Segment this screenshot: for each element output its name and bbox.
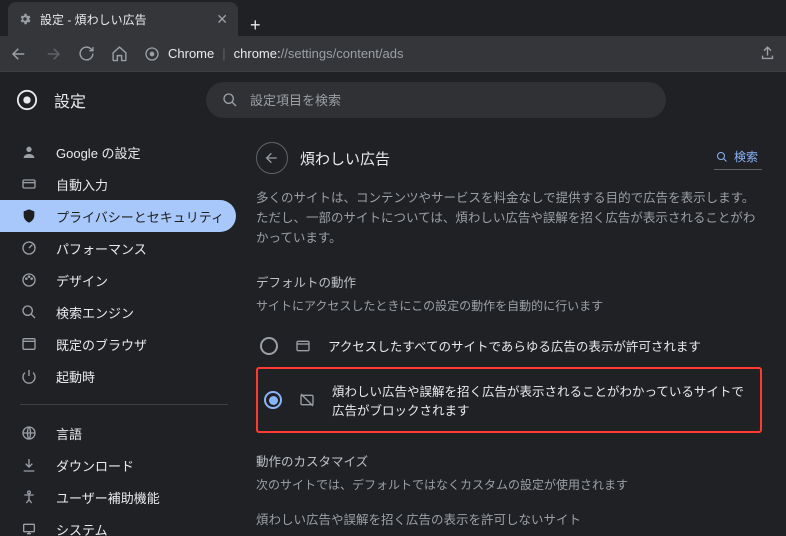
sidebar: Google の設定 自動入力 プライバシーとセキュリティ パフォーマンス デザ… — [0, 128, 248, 536]
sidebar-item-search[interactable]: 検索エンジン — [0, 296, 236, 328]
customize-label: 動作のカスタマイズ — [256, 451, 762, 470]
sidebar-item-default-browser[interactable]: 既定のブラウザ — [0, 328, 236, 360]
sidebar-item-label: 起動時 — [56, 367, 95, 386]
not-allowed-sites-label: 煩わしい広告や誤解を招く広告の表示を許可しないサイト — [256, 509, 762, 528]
address-bar[interactable]: Chrome | chrome://settings/content/ads — [144, 46, 743, 62]
radio-icon — [264, 391, 282, 409]
back-button[interactable] — [256, 142, 288, 174]
browser-tab[interactable]: 設定 - 煩わしい広告 ✕ — [8, 2, 238, 36]
sidebar-item-label: Google の設定 — [56, 143, 141, 162]
close-icon[interactable]: ✕ — [216, 11, 228, 28]
url-label: Chrome — [168, 46, 214, 61]
new-tab-button[interactable]: + — [238, 15, 273, 36]
browser-icon — [20, 336, 38, 352]
speed-icon — [20, 240, 38, 256]
sidebar-item-label: 既定のブラウザ — [56, 335, 147, 354]
sidebar-item-label: 言語 — [56, 424, 82, 443]
customize-sub: 次のサイトでは、デフォルトではなくカスタムの設定が使用されます — [256, 476, 762, 493]
chrome-logo-icon — [144, 46, 160, 62]
sidebar-item-appearance[interactable]: デザイン — [0, 264, 236, 296]
sidebar-item-autofill[interactable]: 自動入力 — [0, 168, 236, 200]
highlighted-option: 煩わしい広告や誤解を招く広告が表示されることがわかっているサイトで広告がブロック… — [256, 367, 762, 433]
divider — [20, 404, 228, 405]
search-icon — [20, 304, 38, 320]
sidebar-item-label: デザイン — [56, 271, 108, 290]
radio-icon — [260, 337, 278, 355]
url-separator: | — [222, 46, 225, 61]
sidebar-item-google[interactable]: Google の設定 — [0, 136, 236, 168]
sidebar-item-label: システム — [56, 520, 108, 536]
system-icon — [20, 521, 38, 536]
reload-icon[interactable] — [78, 45, 95, 62]
content-pane: 煩わしい広告 検索 多くのサイトは、コンテンツやサービスを料金なしで提供する目的… — [248, 128, 786, 536]
content-search[interactable]: 検索 — [714, 146, 762, 170]
radio-label: 煩わしい広告や誤解を招く広告が表示されることがわかっているサイトで広告がブロック… — [332, 381, 754, 419]
share-icon[interactable] — [759, 45, 776, 62]
radio-label: アクセスしたすべてのサイトであらゆる広告の表示が許可されます — [328, 336, 701, 355]
back-icon[interactable] — [10, 45, 28, 63]
search-input[interactable] — [250, 93, 650, 108]
home-icon[interactable] — [111, 45, 128, 62]
sidebar-item-performance[interactable]: パフォーマンス — [0, 232, 236, 264]
ads-icon — [294, 338, 312, 354]
default-behavior-label: デフォルトの動作 — [256, 272, 762, 291]
radio-block-intrusive[interactable]: 煩わしい広告や誤解を招く広告が表示されることがわかっているサイトで広告がブロック… — [260, 371, 758, 429]
sidebar-item-accessibility[interactable]: ユーザー補助機能 — [0, 481, 236, 513]
sidebar-item-language[interactable]: 言語 — [0, 417, 236, 449]
gear-icon — [18, 12, 32, 26]
content-title: 煩わしい広告 — [300, 148, 702, 169]
sidebar-item-label: パフォーマンス — [56, 239, 147, 258]
ads-blocked-icon — [298, 392, 316, 408]
sidebar-item-downloads[interactable]: ダウンロード — [0, 449, 236, 481]
search-label: 検索 — [734, 148, 758, 165]
tab-title: 設定 - 煩わしい広告 — [40, 11, 208, 28]
sidebar-item-startup[interactable]: 起動時 — [0, 360, 236, 392]
radio-allow-all[interactable]: アクセスしたすべてのサイトであらゆる広告の表示が許可されます — [256, 326, 762, 365]
sidebar-item-label: プライバシーとセキュリティ — [56, 207, 224, 226]
globe-icon — [20, 425, 38, 441]
power-icon — [20, 368, 38, 384]
default-behavior-sub: サイトにアクセスしたときにこの設定の動作を自動的に行います — [256, 297, 762, 314]
download-icon — [20, 457, 38, 473]
sidebar-item-label: 検索エンジン — [56, 303, 134, 322]
person-icon — [20, 144, 38, 160]
sidebar-item-label: ダウンロード — [56, 456, 134, 475]
page-title: 設定 — [54, 88, 86, 112]
palette-icon — [20, 272, 38, 288]
search-settings[interactable] — [206, 82, 666, 118]
tab-bar: 設定 - 煩わしい広告 ✕ + — [0, 0, 786, 36]
sidebar-item-label: ユーザー補助機能 — [56, 488, 160, 507]
settings-header: 設定 — [0, 72, 786, 128]
toolbar: Chrome | chrome://settings/content/ads — [0, 36, 786, 72]
shield-icon — [20, 208, 38, 224]
sidebar-item-system[interactable]: システム — [0, 513, 236, 536]
accessibility-icon — [20, 489, 38, 505]
autofill-icon — [20, 176, 38, 192]
forward-icon[interactable] — [44, 45, 62, 63]
chrome-logo-icon — [16, 89, 38, 111]
sidebar-item-label: 自動入力 — [56, 175, 108, 194]
search-icon — [222, 92, 238, 108]
url-text: chrome://settings/content/ads — [234, 46, 404, 61]
description: 多くのサイトは、コンテンツやサービスを料金なしで提供する目的で広告を表示します。… — [256, 188, 762, 248]
sidebar-item-privacy[interactable]: プライバシーとセキュリティ — [0, 200, 236, 232]
